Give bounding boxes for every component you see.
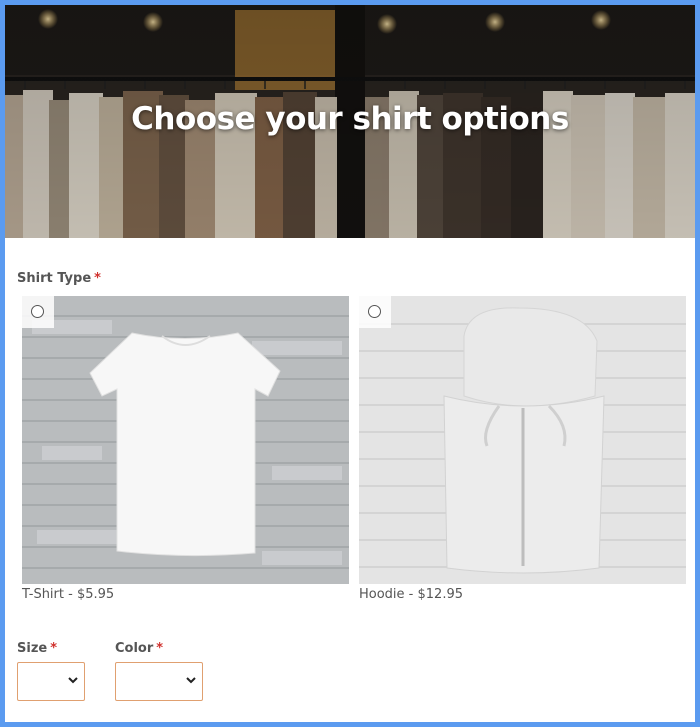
required-marker: *: [156, 641, 164, 656]
size-label-text: Size: [17, 641, 48, 656]
color-select[interactable]: [115, 662, 203, 701]
tshirt-caption: T-Shirt - $5.95: [22, 587, 115, 602]
hoodie-caption: Hoodie - $12.95: [359, 587, 463, 602]
hoodie-image: [359, 296, 686, 584]
shirt-option-tshirt[interactable]: [22, 296, 349, 584]
size-label: Size *: [17, 641, 57, 656]
form-container: Choose your shirt options Shirt Type * T…: [5, 5, 695, 722]
size-select[interactable]: [17, 662, 85, 701]
color-label: Color *: [115, 641, 163, 656]
required-marker: *: [50, 641, 58, 656]
hoodie-radio-container[interactable]: [359, 296, 391, 328]
required-marker: *: [94, 271, 101, 286]
shirt-type-label: Shirt Type *: [17, 271, 101, 286]
tshirt-radio-button[interactable]: [31, 305, 44, 318]
hoodie-radio-button[interactable]: [368, 305, 381, 318]
chevron-down-icon: [186, 677, 196, 684]
shirt-type-label-text: Shirt Type: [17, 271, 92, 286]
chevron-down-icon: [68, 677, 78, 684]
shirt-option-hoodie[interactable]: [359, 296, 686, 584]
color-label-text: Color: [115, 641, 154, 656]
tshirt-radio-container[interactable]: [22, 296, 54, 328]
page-title: Choose your shirt options: [131, 101, 569, 137]
tshirt-image: [22, 296, 349, 584]
header-banner: Choose your shirt options: [5, 5, 695, 238]
